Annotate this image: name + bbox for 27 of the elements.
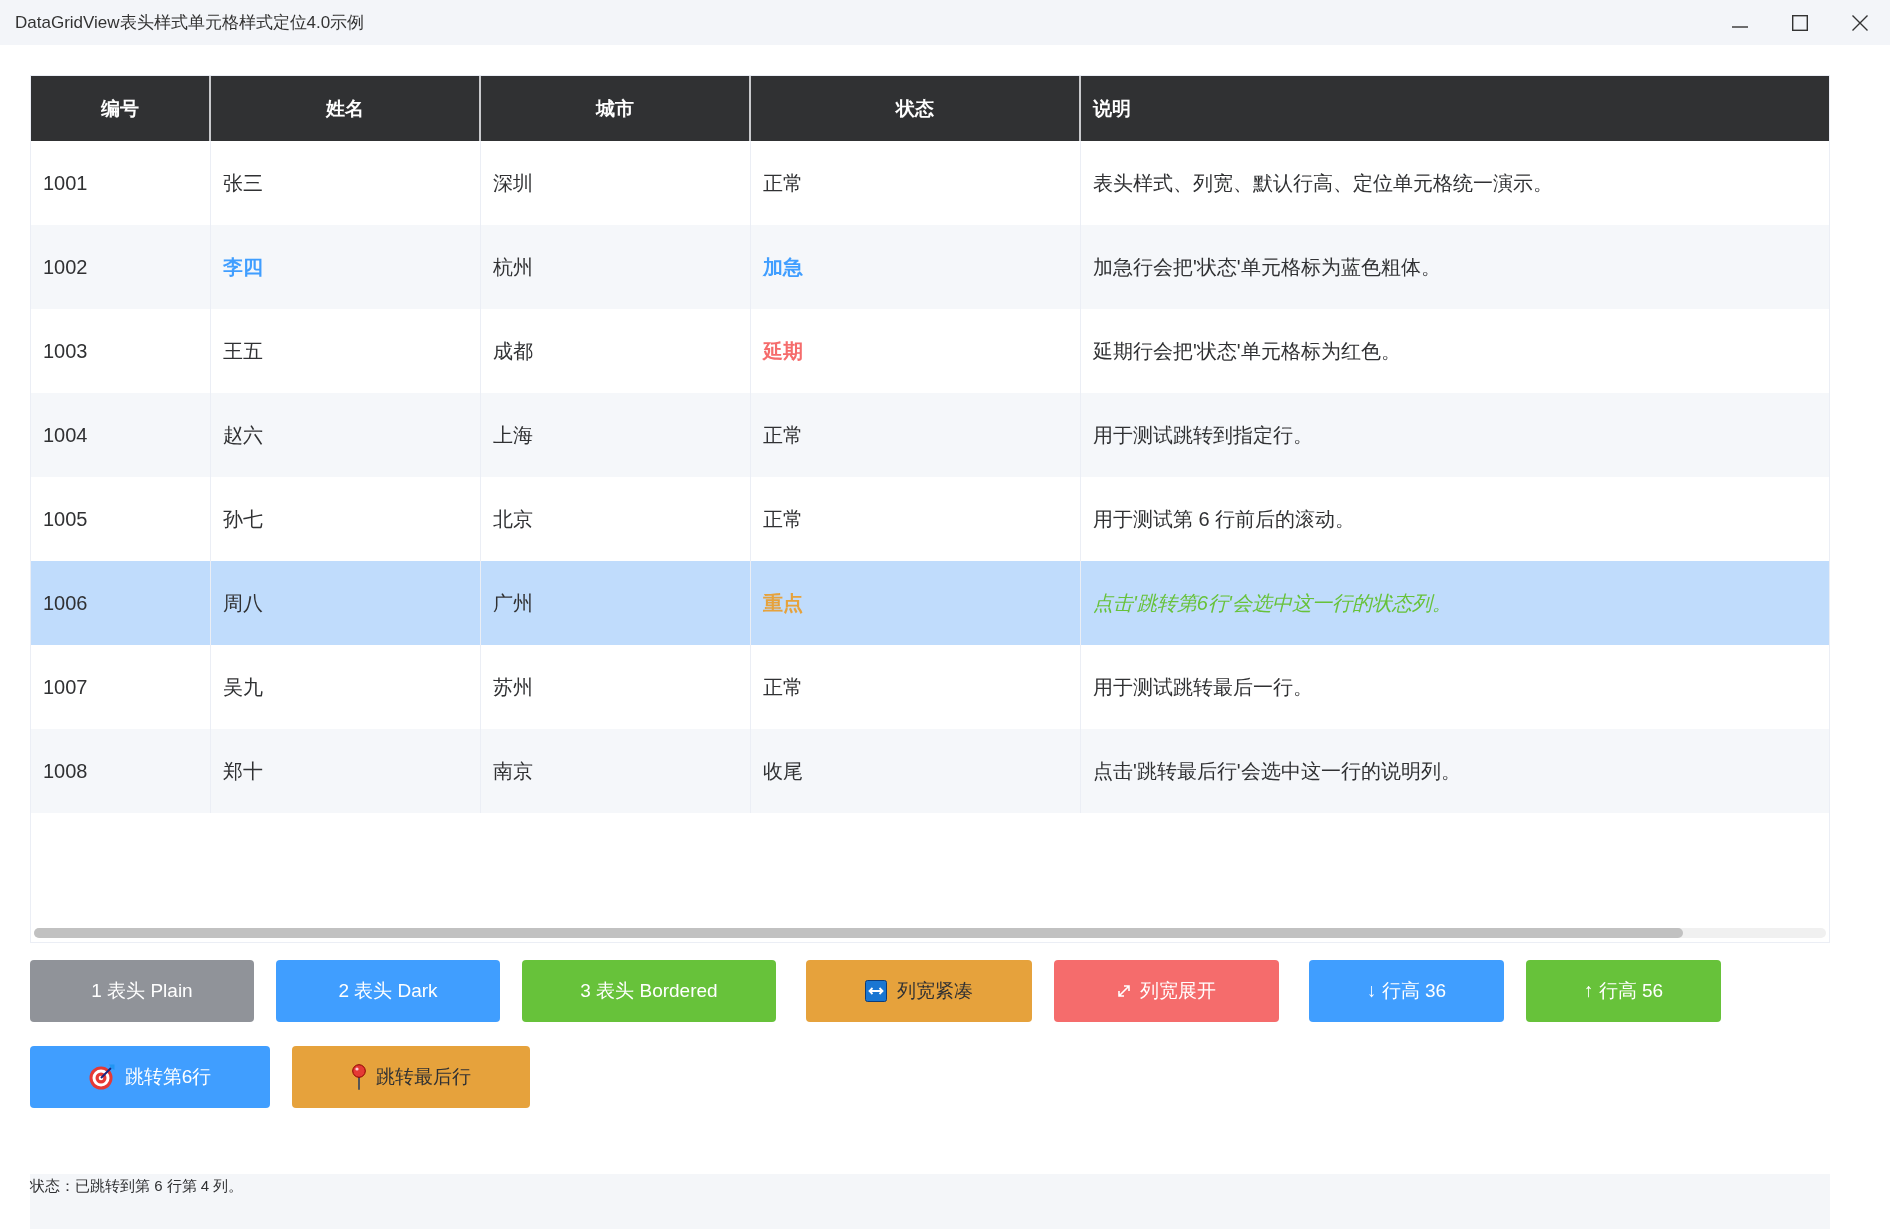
table-cell-text: 用于测试跳转最后一行。 — [1092, 674, 1314, 700]
table-cell-text: 延期行会把'状态'单元格标为红色。 — [1092, 338, 1402, 364]
diagonal-arrows-icon — [1117, 985, 1130, 997]
table-row[interactable]: 1008 郑十 南京 收尾 点击'跳转最后行'会选中这一行的说明列。 — [31, 729, 1829, 813]
table-cell-text: 用于测试跳转到指定行。 — [1092, 422, 1314, 448]
table-cell: 1008 — [31, 729, 211, 813]
table-row[interactable]: 1004 赵六 上海 正常 用于测试跳转到指定行。 — [31, 393, 1829, 477]
target-icon — [88, 1064, 115, 1090]
table-cell-text: 用于测试第 6 行前后的滚动。 — [1092, 506, 1357, 532]
column-header[interactable]: 说明 — [1081, 76, 1829, 141]
table-cell: 南京 — [481, 729, 751, 813]
jump-to-last-button[interactable]: 跳转最后行 — [292, 1046, 530, 1108]
maximize-icon[interactable] — [1792, 14, 1808, 31]
window-title: DataGridView表头样式单元格样式定位4.0示例 — [15, 12, 365, 34]
table-row[interactable]: 1002 李四 杭州 加急 加急行会把'状态'单元格标为蓝色粗体。 — [31, 225, 1829, 309]
table-cell-text: 表头样式、列宽、默认行高、定位单元格统一演示。 — [1092, 170, 1554, 196]
minimize-icon[interactable] — [1732, 25, 1748, 28]
compact-columns-button[interactable]: 列宽紧凑 — [806, 960, 1032, 1022]
table-cell-text: 点击'跳转最后行'会选中这一行的说明列。 — [1092, 758, 1462, 784]
table-cell: 郑十 — [211, 729, 481, 813]
table-cell-text: 加急行会把'状态'单元格标为蓝色粗体。 — [1092, 254, 1442, 280]
pushpin-icon — [351, 1064, 366, 1090]
table-cell-text: 点击'跳转第6行'会选中这一行的状态列。 — [1092, 590, 1453, 616]
table-cell: 收尾 — [751, 729, 1081, 813]
table-row[interactable]: 1006 周八 广州 重点 点击'跳转第6行'会选中这一行的状态列。 — [31, 561, 1829, 645]
close-icon[interactable] — [1852, 14, 1868, 31]
status-text: 状态：已跳转到第 6 行第 4 列。 — [30, 1177, 244, 1194]
